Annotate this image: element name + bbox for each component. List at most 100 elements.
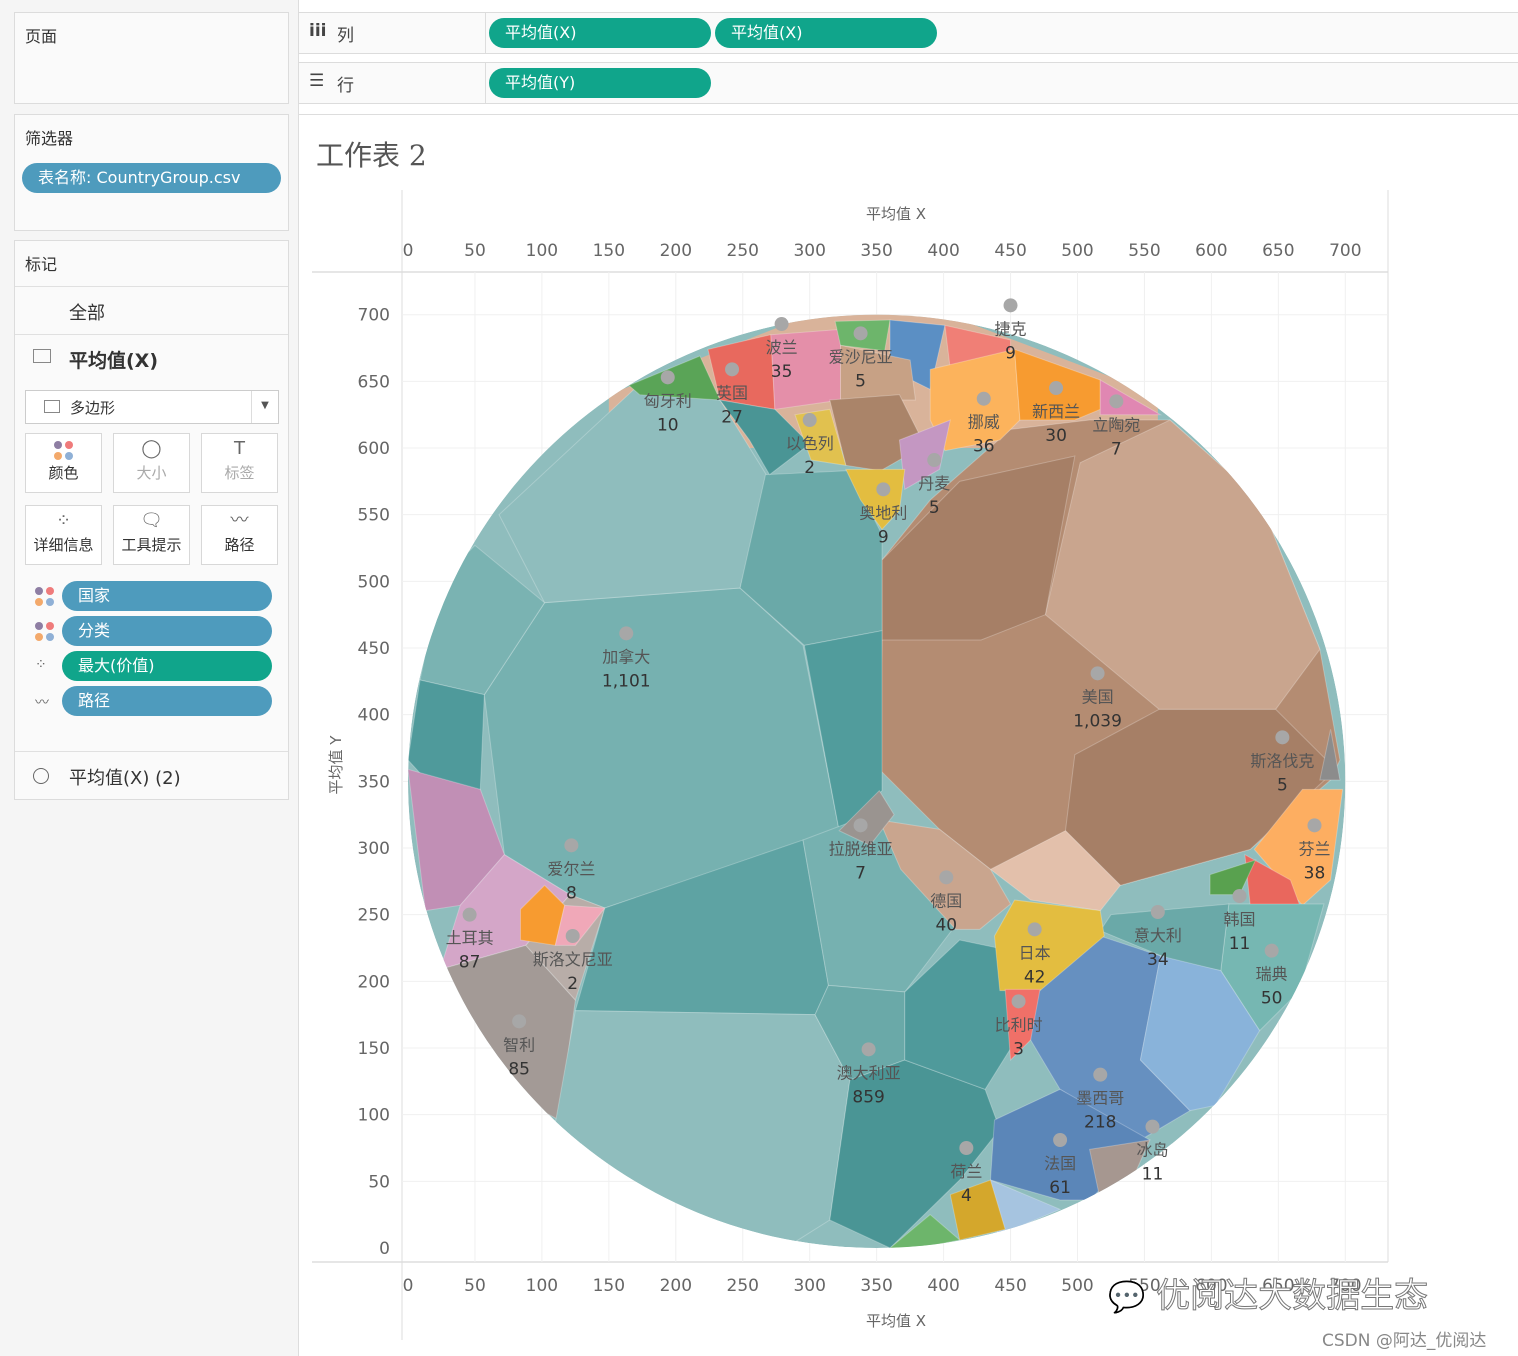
country-label: 意大利 <box>1134 926 1182 945</box>
country-point <box>565 929 580 944</box>
country-point <box>927 453 942 468</box>
x-tick-label-top: 650 <box>1262 241 1294 261</box>
x-tick-label-bottom: 200 <box>660 1276 692 1296</box>
country-label: 斯洛文尼亚 <box>533 950 613 969</box>
wechat-icon: 💬 <box>1107 1280 1146 1316</box>
country-value: 35 <box>771 362 793 382</box>
country-point <box>725 362 740 377</box>
country-label: 捷克 <box>995 319 1027 338</box>
country-label: 挪威 <box>968 413 1000 432</box>
country-label: 匈牙利 <box>644 391 692 410</box>
country-value: 11 <box>1229 934 1251 954</box>
country-label: 荷兰 <box>950 1162 982 1181</box>
country-value: 10 <box>657 415 679 435</box>
country-value: 5 <box>929 498 940 518</box>
country-label: 德国 <box>930 891 962 910</box>
country-label: 以色列 <box>786 434 834 453</box>
country-point <box>876 482 891 497</box>
country-label: 斯洛伐克 <box>1250 751 1314 770</box>
watermark-credit: CSDN @阿达_优阅达 <box>1322 1331 1487 1351</box>
country-value: 50 <box>1261 989 1283 1009</box>
y-tick-label: 200 <box>358 972 390 992</box>
country-point <box>1307 818 1322 833</box>
y-tick-label: 150 <box>358 1039 390 1059</box>
country-point <box>660 370 675 385</box>
x-tick-label-bottom: 450 <box>994 1276 1026 1296</box>
country-value: 7 <box>1111 439 1122 459</box>
y-tick-label: 0 <box>379 1239 390 1259</box>
country-value: 34 <box>1147 950 1169 970</box>
country-point <box>774 317 789 332</box>
country-value: 36 <box>973 437 995 457</box>
country-value: 40 <box>935 915 957 935</box>
voronoi-cell[interactable] <box>553 1010 851 1246</box>
x-tick-label-top: 50 <box>464 241 486 261</box>
y-tick-label: 550 <box>358 506 390 526</box>
country-point <box>1053 1133 1068 1148</box>
country-point <box>1027 922 1042 937</box>
country-point <box>853 818 868 833</box>
country-point <box>853 326 868 341</box>
country-label: 芬兰 <box>1298 839 1330 858</box>
country-point <box>1145 1119 1160 1134</box>
y-tick-label: 450 <box>358 639 390 659</box>
country-label: 立陶宛 <box>1092 415 1140 434</box>
country-value: 1,039 <box>1073 711 1122 731</box>
country-point <box>1264 943 1279 958</box>
country-value: 85 <box>508 1059 530 1079</box>
country-label: 新西兰 <box>1032 402 1080 421</box>
x-axis-title-bottom: 平均值 X <box>866 1312 926 1330</box>
country-label: 拉脱维亚 <box>829 839 893 858</box>
y-tick-label: 700 <box>358 306 390 326</box>
country-value: 8 <box>566 883 577 903</box>
x-tick-label-top: 200 <box>660 241 692 261</box>
country-point <box>1109 394 1124 409</box>
country-point <box>802 413 817 428</box>
y-tick-label: 600 <box>358 439 390 459</box>
country-label: 奥地利 <box>859 503 907 522</box>
country-point <box>939 870 954 885</box>
country-label: 土耳其 <box>446 929 494 948</box>
country-value: 859 <box>852 1087 884 1107</box>
country-value: 5 <box>1277 775 1288 795</box>
country-value: 7 <box>855 863 866 883</box>
y-tick-label: 100 <box>358 1106 390 1126</box>
country-value: 2 <box>567 974 578 994</box>
country-label: 法国 <box>1044 1154 1076 1173</box>
country-value: 11 <box>1142 1165 1164 1185</box>
country-point <box>1093 1067 1108 1082</box>
country-label: 美国 <box>1082 687 1114 706</box>
country-value: 5 <box>855 371 866 391</box>
country-value: 3 <box>1013 1039 1024 1059</box>
x-tick-label-bottom: 0 <box>403 1276 414 1296</box>
y-tick-label: 500 <box>358 572 390 592</box>
country-value: 1,101 <box>602 671 651 691</box>
country-value: 218 <box>1084 1113 1116 1133</box>
x-tick-label-top: 100 <box>526 241 558 261</box>
x-tick-label-top: 550 <box>1128 241 1160 261</box>
country-point <box>462 907 477 922</box>
country-label: 波兰 <box>766 338 798 357</box>
x-tick-label-top: 250 <box>727 241 759 261</box>
country-value: 87 <box>459 953 481 973</box>
voronoi-cell[interactable] <box>1099 379 1163 416</box>
x-tick-label-top: 450 <box>994 241 1026 261</box>
x-tick-label-top: 600 <box>1195 241 1227 261</box>
country-label: 比利时 <box>995 1015 1043 1034</box>
country-label: 爱沙尼亚 <box>829 347 893 366</box>
x-tick-label-top: 500 <box>1061 241 1093 261</box>
x-tick-label-bottom: 150 <box>593 1276 625 1296</box>
x-tick-label-top: 300 <box>793 241 825 261</box>
country-point <box>1011 994 1026 1009</box>
country-point <box>1232 889 1247 904</box>
country-point <box>512 1014 527 1029</box>
x-tick-label-bottom: 350 <box>860 1276 892 1296</box>
country-point <box>861 1042 876 1057</box>
country-point <box>959 1141 974 1156</box>
country-label: 爱尔兰 <box>547 859 595 878</box>
country-value: 42 <box>1024 967 1046 987</box>
country-label: 墨西哥 <box>1076 1089 1124 1108</box>
country-point <box>1090 666 1105 681</box>
country-value: 2 <box>804 458 815 478</box>
country-value: 30 <box>1045 426 1067 446</box>
